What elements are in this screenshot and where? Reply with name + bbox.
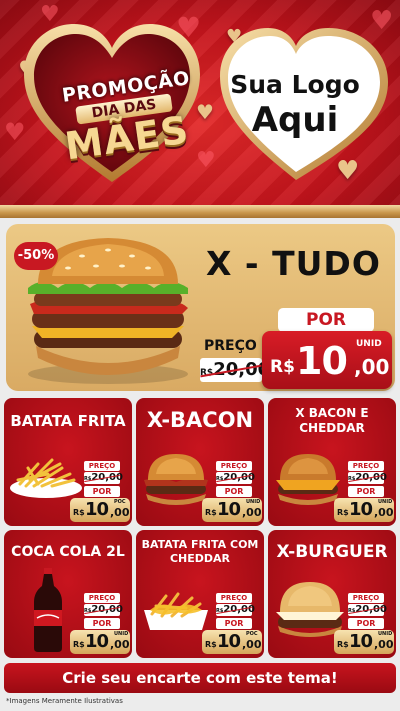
por-label: POR [348,486,384,497]
old-price: R$20,00 [216,472,255,484]
product-title: COCA COLA 2L [11,544,125,560]
por-label: POR [278,308,374,332]
price-integer: 10 [349,631,373,652]
soda-bottle-image [34,568,62,652]
old-price: R$20,00 [348,472,387,484]
gold-divider [0,205,400,218]
disclaimer: *Imagens Meramente Ilustrativas [6,697,123,705]
price-unit: POC [246,631,258,637]
logo-placeholder-line2: Aqui [251,100,339,140]
por-label: POR [216,486,252,497]
discount-badge: -50% [14,242,58,270]
promo-badge: PROMOÇÃO DIA DAS MÃES [18,18,206,186]
price-decimal: ,00 [242,506,262,519]
price-decimal: ,00 [354,355,390,379]
burger-image [144,454,208,505]
price-currency: R$ [73,640,85,649]
price-integer: 10 [349,499,373,520]
product-price: R$ 10,00 UNID [334,498,394,522]
por-label: POR [84,618,120,629]
price-decimal: ,00 [242,638,262,651]
price-unit: UNID [356,339,382,349]
old-price-label: PREÇO [84,461,120,471]
price-unit: UNID [378,499,393,505]
product-price: R$ 10,00 UNID [334,630,394,654]
old-price-label: PREÇO [348,593,384,603]
old-price-label: PREÇO [216,461,252,471]
price-currency: R$ [205,640,217,649]
price-decimal: ,00 [374,506,394,519]
old-price: R$20,00 [348,604,387,616]
price-unit: UNID [378,631,393,637]
logo-placeholder-line1: Sua Logo [230,70,360,99]
price-integer: 10 [217,499,241,520]
price-decimal: ,00 [110,506,130,519]
price-decimal: ,00 [110,638,130,651]
price-integer: 10 [85,631,109,652]
price-currency: R$ [205,508,217,517]
product-price: R$ 10,00 UNID [70,630,130,654]
price-currency: R$ [270,357,295,377]
old-price: R$20,00 [84,604,123,616]
product-title: X BACON E CHEDDAR [295,406,369,435]
price-unit: POC [114,499,126,505]
old-price: R$20,00 [216,604,255,616]
price-currency: R$ [337,640,349,649]
price-unit: UNID [114,631,129,637]
price-currency: R$ [73,508,85,517]
flyer-page: ♥ ♥ ♥ ♥ ♥ ♥ ♥ ♥ ♥ ♥ PROMOÇÃ [0,0,400,711]
por-label: POR [216,618,252,629]
product-price: R$ 10,00 POC [70,498,130,522]
old-price: R$20,00 [200,358,270,382]
old-price-label: PREÇO [84,593,120,603]
header-banner: ♥ ♥ ♥ ♥ ♥ ♥ ♥ ♥ ♥ ♥ PROMOÇÃ [0,0,400,205]
por-label: POR [348,618,384,629]
cta-banner[interactable]: Crie seu encarte com este tema! [4,663,396,693]
price-decimal: ,00 [374,638,394,651]
old-price-label: PREÇO [204,338,257,354]
product-price: R$ 10,00 POC [202,630,262,654]
cheese-fries-image [144,592,208,630]
product-title: X-BURGUER [276,542,388,562]
old-price-label: PREÇO [348,461,384,471]
price-integer: 10 [217,631,241,652]
old-price-label: PREÇO [216,593,252,603]
price-unit: UNID [246,499,261,505]
price-integer: 10 [296,339,348,383]
fries-image [10,458,82,498]
price-integer: 10 [85,499,109,520]
price-currency: R$ [337,508,349,517]
old-price: R$20,00 [84,472,123,484]
featured-price: R$ 10 ,00 UNID [262,331,392,389]
por-label: POR [84,486,120,497]
product-title: BATATA FRITA COM CHEDDAR [141,538,259,565]
featured-product-title: X - TUDO [206,244,381,283]
product-title: BATATA FRITA [10,412,126,430]
product-title: X-BACON [146,408,254,432]
burger-image [276,454,340,505]
product-price: R$ 10,00 UNID [202,498,262,522]
